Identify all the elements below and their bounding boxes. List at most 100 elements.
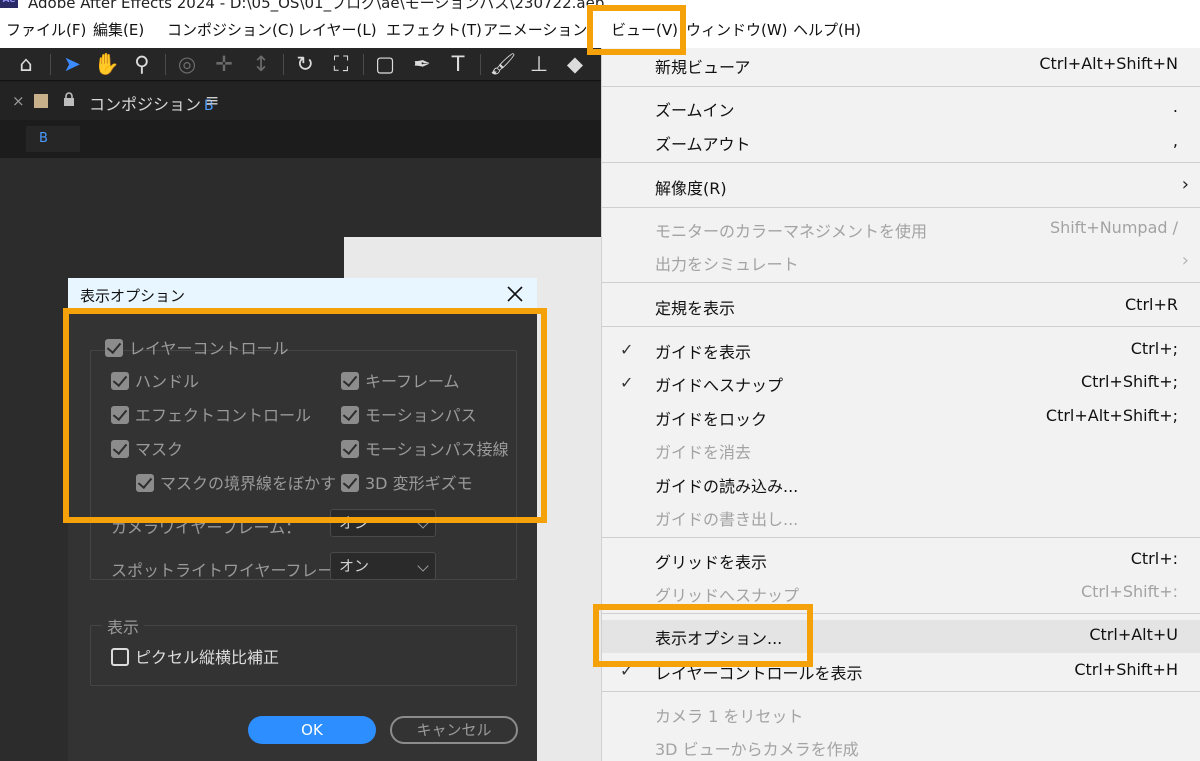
pixel-aspect-checkbox[interactable]: ピクセル縦横比補正 xyxy=(111,646,279,670)
checkbox-box xyxy=(111,439,129,458)
brush-icon[interactable]: 🖌 xyxy=(489,51,517,78)
pen-icon[interactable]: ✒ xyxy=(408,51,436,78)
layer-controls-checkbox[interactable]: レイヤーコントロール xyxy=(105,337,289,361)
close-icon[interactable] xyxy=(503,282,527,306)
dialog-title-bar: 表示オプション xyxy=(68,278,537,312)
app-logo: Ae xyxy=(0,0,18,8)
menu-item-import-guides[interactable]: ガイドの読み込み... xyxy=(602,468,1200,500)
dolly-icon[interactable]: ↕ xyxy=(247,51,275,78)
mask-feather-checkbox[interactable]: マスクの境界線をぼかす xyxy=(136,472,336,496)
menu-item-snap-guides[interactable]: ✓ ガイドへスナップ Ctrl+Shift+; xyxy=(602,367,1200,399)
pan-icon[interactable]: ✛ xyxy=(210,51,238,78)
checkbox-label: キーフレーム xyxy=(365,372,460,391)
comp-color-swatch xyxy=(34,94,48,108)
cancel-button[interactable]: キャンセル xyxy=(390,716,518,744)
menu-composition[interactable]: コンポジション(C) xyxy=(167,12,294,48)
effect-controls-checkbox[interactable]: エフェクトコントロール xyxy=(111,404,311,428)
rectangle-icon[interactable]: ▢ xyxy=(371,51,399,78)
checkbox-box xyxy=(341,371,359,390)
select-value: オン xyxy=(339,557,370,575)
menu-effect[interactable]: エフェクト(T) xyxy=(386,12,482,48)
menu-item-label: 3D ビューからカメラを作成 xyxy=(655,740,859,759)
menu-item-lock-guides[interactable]: ガイドをロック Ctrl+Alt+Shift+; xyxy=(602,401,1200,433)
selection-icon[interactable]: ➤ xyxy=(58,51,86,78)
menu-file[interactable]: ファイル(F) xyxy=(6,12,86,48)
menu-bar: ファイル(F) 編集(E) コンポジション(C) レイヤー(L) エフェクト(T… xyxy=(0,12,1200,48)
zoom-icon[interactable]: ⚲ xyxy=(128,51,156,78)
menu-item-resolution[interactable]: 解像度(R) › xyxy=(602,170,1200,202)
menu-item-simulate-output[interactable]: 出力をシミュレート › xyxy=(602,246,1200,278)
eraser-icon[interactable]: ◆ xyxy=(561,51,589,78)
clone-stamp-icon[interactable]: ⊥ xyxy=(525,51,553,78)
hand-icon[interactable]: ✋ xyxy=(93,51,121,78)
menu-item-zoom-in[interactable]: ズームイン . xyxy=(602,92,1200,124)
app-window: Ae Adobe After Effects 2024 - D:\05_OS\0… xyxy=(0,0,1200,761)
lock-icon[interactable] xyxy=(63,92,75,106)
menu-item-new-viewer[interactable]: 新規ビューア Ctrl+Alt+Shift+N xyxy=(602,49,1200,81)
menu-item-view-options[interactable]: 表示オプション... Ctrl+Alt+U xyxy=(602,620,1200,653)
toolbar-divider xyxy=(165,54,166,75)
spotlight-wireframe-select[interactable]: オン xyxy=(330,552,436,580)
menu-separator xyxy=(602,207,1200,208)
close-panel-icon[interactable]: × xyxy=(12,92,25,110)
ok-button[interactable]: OK xyxy=(248,716,376,744)
checkbox-box xyxy=(341,473,359,492)
masks-checkbox[interactable]: マスク xyxy=(111,438,183,462)
menu-item-clear-guides[interactable]: ガイドを消去 xyxy=(602,434,1200,466)
tools-toolbar: ⌂ ➤ ✋ ⚲ ◎ ✛ ↕ ↻ ⛶ ▢ ✒ T 🖌 ⊥ ◆ xyxy=(0,48,610,81)
menu-item-label: グリッドへスナップ xyxy=(655,586,800,605)
checkbox-label: 3D 変形ギズモ xyxy=(365,474,473,493)
checkbox-box xyxy=(111,405,129,424)
checkbox-box xyxy=(111,647,129,666)
motion-path-tangents-checkbox[interactable]: モーションパス接線 xyxy=(341,438,509,462)
text-icon[interactable]: T xyxy=(444,51,472,78)
menu-item-label: 出力をシミュレート xyxy=(655,255,799,274)
menu-view[interactable]: ビュー(V) xyxy=(611,12,678,48)
menu-edit[interactable]: 編集(E) xyxy=(93,12,144,48)
motion-paths-checkbox[interactable]: モーションパス xyxy=(341,404,477,428)
panel-title[interactable]: コンポジション B xyxy=(89,91,214,115)
menu-layer[interactable]: レイヤー(L) xyxy=(297,12,377,48)
checkbox-label: マスクの境界線をぼかす xyxy=(160,474,337,493)
toolbar-divider xyxy=(480,54,481,75)
menu-item-monitor-color[interactable]: モニターのカラーマネジメントを使用 Shift+Numpad / xyxy=(602,213,1200,245)
rotate-icon[interactable]: ↻ xyxy=(291,51,319,78)
camera-wireframe-select[interactable]: オン xyxy=(330,509,436,537)
gizmo-3d-checkbox[interactable]: 3D 変形ギズモ xyxy=(341,472,473,496)
menu-item-show-grid[interactable]: グリッドを表示 Ctrl+: xyxy=(602,544,1200,576)
checkbox-label: ハンドル xyxy=(135,372,200,391)
handles-checkbox[interactable]: ハンドル xyxy=(111,370,199,394)
menu-item-create-camera[interactable]: 3D ビューからカメラを作成 xyxy=(602,731,1200,761)
menu-item-shortcut: Ctrl+: xyxy=(1130,549,1178,568)
spotlight-wireframe-label: スポットライトワイヤーフレーム： xyxy=(111,561,366,580)
menu-item-show-guides[interactable]: ✓ ガイドを表示 Ctrl+; xyxy=(602,334,1200,366)
chevron-right-icon: › xyxy=(1181,250,1189,271)
menu-separator xyxy=(602,326,1200,327)
keyframes-checkbox[interactable]: キーフレーム xyxy=(341,370,460,394)
home-icon[interactable]: ⌂ xyxy=(12,51,40,78)
view-menu-dropdown: 新規ビューア Ctrl+Alt+Shift+N ズームイン . ズームアウト ,… xyxy=(601,48,1200,761)
panel-menu-icon[interactable]: ≡ xyxy=(205,91,219,111)
menu-item-label: ガイドをロック xyxy=(655,410,768,429)
menu-item-zoom-out[interactable]: ズームアウト , xyxy=(602,126,1200,158)
menu-animation[interactable]: アニメーション(A) xyxy=(483,12,588,48)
menu-help[interactable]: ヘルプ(H) xyxy=(793,12,861,48)
checkmark-icon: ✓ xyxy=(620,661,634,680)
menu-separator xyxy=(602,691,1200,692)
menu-item-show-rulers[interactable]: 定規を表示 Ctrl+R xyxy=(602,290,1200,322)
menu-window[interactable]: ウィンドウ(W) xyxy=(686,12,788,48)
menu-item-snap-grid[interactable]: グリッドへスナップ Ctrl+Shift+: xyxy=(602,577,1200,609)
display-group-label: 表示 xyxy=(102,614,145,638)
checkbox-label: モーションパス xyxy=(365,406,477,425)
window-title: Adobe After Effects 2024 - D:\05_OS\01_ブ… xyxy=(28,0,605,12)
menu-item-reset-camera[interactable]: カメラ 1 をリセット xyxy=(602,698,1200,730)
menu-item-label: ガイドの書き出し... xyxy=(655,510,799,529)
menu-item-export-guides[interactable]: ガイドの書き出し... xyxy=(602,501,1200,533)
menu-item-shortcut: Shift+Numpad / xyxy=(1049,218,1178,237)
anchor-icon[interactable]: ⛶ xyxy=(327,51,355,78)
menu-item-shortcut: . xyxy=(1172,97,1178,116)
menu-item-show-layer-controls[interactable]: ✓ レイヤーコントロールを表示 Ctrl+Shift+H xyxy=(602,655,1200,687)
comp-tab[interactable]: B xyxy=(26,126,80,152)
chevron-down-icon xyxy=(417,560,429,572)
orbit-icon[interactable]: ◎ xyxy=(173,51,201,78)
